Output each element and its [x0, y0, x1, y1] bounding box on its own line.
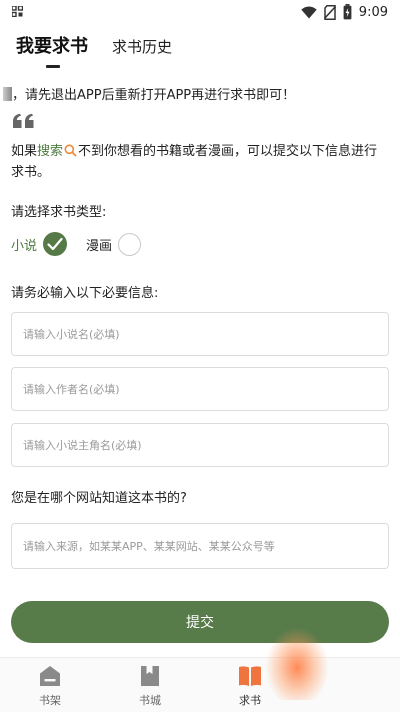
- radio-unchecked-icon: [118, 232, 142, 256]
- nav-bookshelf-label: 书架: [39, 694, 61, 707]
- top-tabs: 我要求书 求书历史: [0, 32, 400, 72]
- tab-request-book[interactable]: 我要求书: [16, 32, 88, 62]
- quote-icon: [13, 113, 34, 128]
- radio-novel[interactable]: 小说: [11, 231, 68, 257]
- notice-marquee: ，请先退出APP后重新打开APP再进行求书即可！: [0, 86, 400, 106]
- nav-bookstore-label: 书城: [139, 694, 161, 707]
- protagonist-name-field: [11, 423, 389, 467]
- radio-comic[interactable]: 漫画: [86, 231, 142, 257]
- intro-before: 如果: [11, 144, 38, 159]
- submit-button[interactable]: 提交: [11, 601, 389, 643]
- book-type-label: 请选择求书类型:: [11, 205, 107, 220]
- nav-bookshelf[interactable]: 书架: [10, 658, 90, 712]
- wifi-icon: [301, 6, 317, 18]
- check-icon: [47, 237, 63, 251]
- nav-request-book[interactable]: 求书: [210, 658, 290, 712]
- search-icon: [64, 144, 77, 157]
- intro-search-link[interactable]: 搜索: [37, 144, 63, 159]
- status-icons: 9:09: [301, 3, 388, 21]
- book-type-radio-group: 小说 漫画: [11, 231, 311, 257]
- author-name-field: [11, 367, 389, 411]
- bookshelf-icon: [40, 666, 60, 686]
- bottom-nav: 书架 书城 求书: [0, 657, 400, 712]
- radio-comic-label: 漫画: [86, 238, 113, 254]
- no-sim-icon: [323, 4, 336, 20]
- notice-truncated-glyph: [3, 87, 12, 101]
- notification-icon: [12, 6, 23, 17]
- required-info-label: 请务必输入以下必要信息:: [11, 286, 159, 301]
- author-name-input[interactable]: [12, 368, 388, 410]
- tab-indicator: [46, 65, 60, 68]
- bookstore-icon: [141, 666, 159, 686]
- nav-request-book-label: 求书: [239, 694, 261, 707]
- status-time: 9:09: [358, 4, 388, 20]
- radio-checked-icon: [43, 232, 68, 256]
- intro-text: 如果搜索 不到你想看的书籍或者漫画，可以提交以下信息进行求书。: [11, 141, 389, 183]
- tab-request-history[interactable]: 求书历史: [112, 32, 172, 62]
- source-label: 您是在哪个网站知道这本书的?: [11, 491, 187, 506]
- nav-bookstore[interactable]: 书城: [110, 658, 190, 712]
- status-bar: 9:09: [0, 0, 400, 24]
- protagonist-name-input[interactable]: [12, 424, 388, 466]
- source-field: [11, 523, 389, 569]
- source-input[interactable]: [12, 524, 388, 568]
- novel-name-input[interactable]: [12, 313, 388, 355]
- notice-text: ，请先退出APP后重新打开APP再进行求书即可！: [12, 88, 296, 103]
- request-book-icon: [239, 666, 261, 686]
- radio-novel-label: 小说: [11, 238, 38, 254]
- battery-charging-icon: [343, 4, 352, 20]
- novel-name-field: [11, 312, 389, 356]
